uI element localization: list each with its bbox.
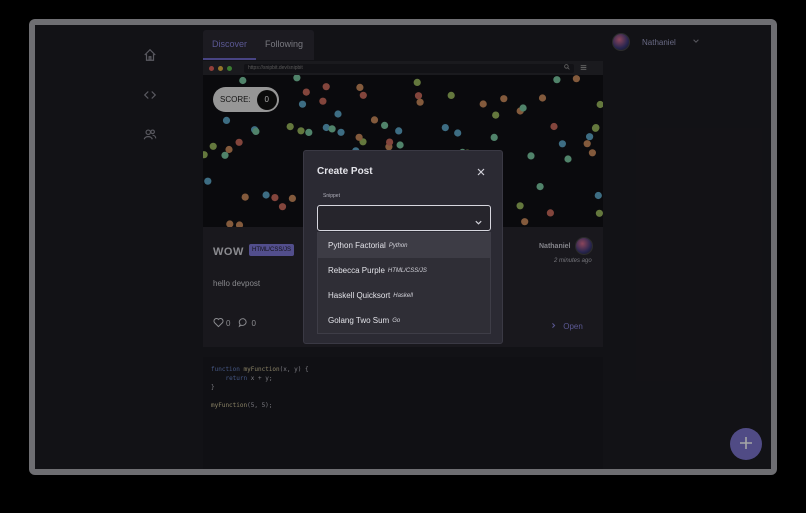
option-name: Haskell Quicksort <box>328 291 391 300</box>
option-haskell-quicksort[interactable]: Haskell Quicksort Haskell <box>318 283 490 308</box>
snippet-options: Python Factorial Python Rebecca Purple H… <box>317 232 491 334</box>
option-name: Golang Two Sum <box>328 316 390 325</box>
option-language: Python <box>388 242 408 249</box>
option-language: HTML/CSS/JS <box>387 267 427 274</box>
option-python-factorial[interactable]: Python Factorial Python <box>318 233 490 258</box>
option-name: Python Factorial <box>328 241 386 250</box>
app-screen: Discover Following Nathaniel https://sni… <box>35 25 771 469</box>
modal-title: Create Post <box>317 166 373 177</box>
option-language: Haskell <box>393 292 413 299</box>
create-post-modal: Create Post Snippet Python Factorial Pyt… <box>303 150 503 344</box>
option-golang-two-sum[interactable]: Golang Two Sum Go <box>318 308 490 333</box>
option-name: Rebecca Purple <box>328 266 385 275</box>
close-icon[interactable] <box>476 164 488 176</box>
option-language: Go <box>392 317 401 324</box>
snippet-select[interactable] <box>317 205 491 231</box>
chevron-down-icon <box>474 214 483 225</box>
option-rebecca-purple[interactable]: Rebecca Purple HTML/CSS/JS <box>318 258 490 283</box>
snippet-label: Snippet <box>323 193 340 199</box>
